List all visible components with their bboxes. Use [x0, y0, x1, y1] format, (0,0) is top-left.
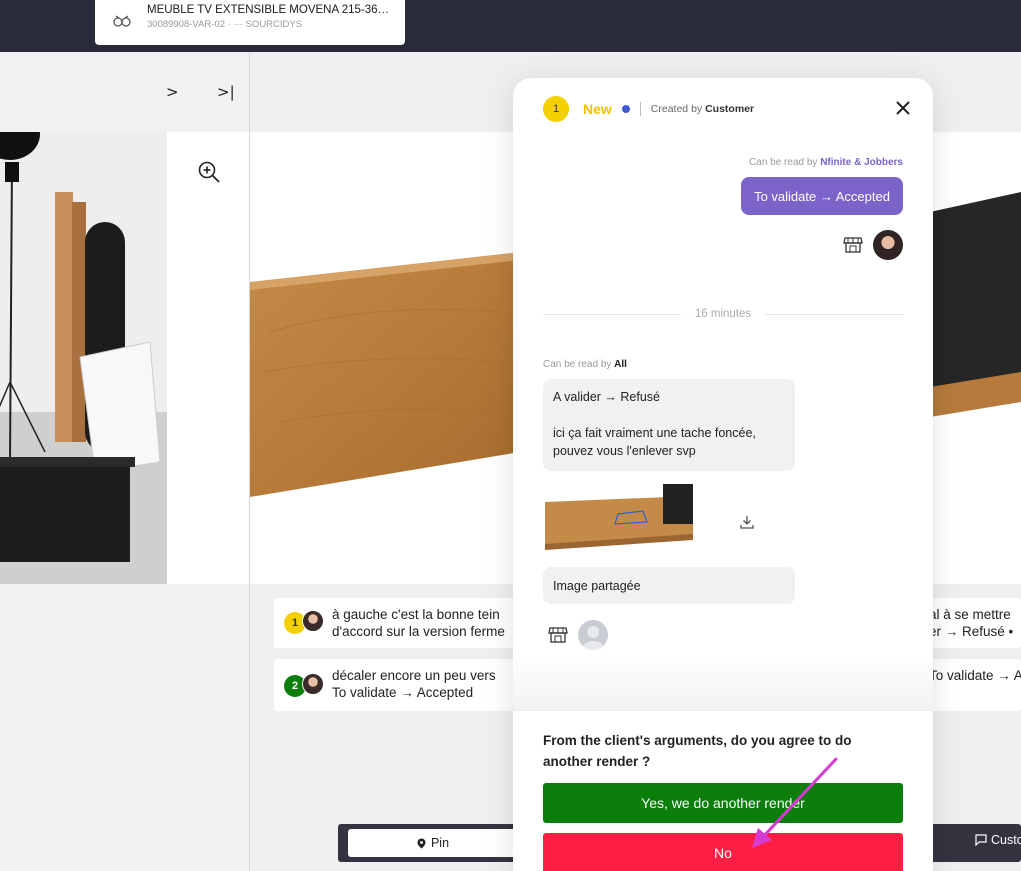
comment-line: à gauche c'est la bonne tein	[332, 607, 500, 622]
store-icon	[548, 627, 568, 643]
scroll-fade	[513, 653, 933, 713]
modal-header: 1 New Created by Customer	[543, 96, 754, 122]
comment-line: To validate → A	[929, 668, 1021, 683]
product-reference: 30089908-VAR-02	[147, 19, 225, 30]
avatar	[873, 230, 903, 260]
created-by-name: Customer	[705, 103, 755, 115]
comment-line: al à se mettre	[929, 607, 1011, 622]
visibility-audience: Nfinite & Jobbers	[820, 157, 903, 168]
thumbnail-strip	[167, 132, 249, 584]
message-line: pouvez vous l'enlever svp	[553, 444, 696, 458]
message-line: ici ça fait vraiment une tache foncée,	[553, 426, 756, 440]
divider	[543, 313, 681, 315]
thread-number-badge: 1	[543, 96, 569, 122]
comment-line: décaler encore un peu vers	[332, 668, 496, 683]
render-decision-card: From the client's arguments, do you agre…	[513, 710, 933, 871]
comment-line: d'accord sur la version ferme	[332, 624, 505, 639]
comment-line: er → Refusé •	[929, 624, 1014, 639]
thumbnail-illustration	[545, 484, 693, 550]
avatar	[302, 610, 324, 632]
visibility-label: Can be read by Nfinite & Jobbers	[749, 157, 903, 168]
customer-label: Custo	[991, 833, 1021, 847]
comment-number: 1	[291, 617, 299, 629]
message-bubble-incoming: A valider → Refusé ici ça fait vraiment …	[543, 379, 795, 471]
reference-photo[interactable]	[0, 132, 167, 584]
next-button[interactable]: >	[166, 83, 179, 101]
close-icon[interactable]	[893, 98, 913, 118]
comment-thread-modal: 1 New Created by Customer Can be read by…	[513, 78, 933, 871]
time-separator: 16 minutes	[543, 307, 904, 321]
zoom-in-icon[interactable]	[197, 160, 221, 184]
comment-line: To validate → Accepted	[332, 685, 474, 700]
message-bubble-outgoing: To validate → Accepted	[741, 177, 903, 215]
avatar	[302, 673, 324, 695]
thread-number: 1	[552, 103, 560, 115]
pin-icon	[417, 838, 426, 848]
studio-photo-illustration	[0, 132, 167, 584]
divider	[639, 102, 641, 116]
time-separator-label: 16 minutes	[694, 308, 752, 320]
meta-bullet: ·	[227, 19, 231, 30]
comment-number: 2	[291, 680, 299, 692]
shared-image-thumbnail[interactable]	[543, 484, 695, 550]
last-button[interactable]: >|	[217, 83, 235, 101]
default-avatar-icon	[578, 620, 608, 650]
product-supplier: SOURCIDYS	[245, 19, 303, 30]
customer-button[interactable]: Custo	[975, 833, 1021, 847]
visibility-prefix: Can be read by	[749, 157, 818, 168]
decision-question: From the client's arguments, do you agre…	[543, 733, 852, 769]
shared-image-label-bubble: Image partagée	[543, 567, 795, 604]
no-button[interactable]: No	[543, 833, 903, 871]
visibility-label: Can be read by All	[543, 359, 627, 370]
supplier-prefix: ···	[233, 19, 243, 30]
furniture-icon	[113, 15, 131, 27]
created-prefix: Created by	[650, 103, 703, 115]
shared-image-label: Image partagée	[553, 579, 641, 593]
product-title: MEUBLE TV EXTENSIBLE MOVENA 215-360C...	[147, 4, 395, 16]
store-icon	[843, 237, 863, 253]
message-line: A valider → Refusé	[553, 390, 660, 404]
visibility-audience: All	[614, 359, 627, 370]
pin-label: Pin	[430, 836, 450, 850]
message-icon	[975, 834, 987, 846]
status-label: New	[583, 101, 612, 117]
download-icon[interactable]	[738, 513, 756, 531]
created-by: Created by Customer	[651, 103, 754, 115]
pin-button[interactable]: Pin	[348, 829, 518, 857]
yes-another-render-button[interactable]: Yes, we do another render	[543, 783, 903, 823]
product-card[interactable]: MEUBLE TV EXTENSIBLE MOVENA 215-360C... …	[95, 0, 405, 45]
status-dot	[621, 105, 630, 113]
visibility-prefix: Can be read by	[543, 359, 612, 370]
product-meta: 30089908-VAR-02 · ··· SOURCIDYS	[147, 19, 395, 31]
divider	[765, 313, 904, 315]
user-silhouette	[582, 626, 604, 650]
